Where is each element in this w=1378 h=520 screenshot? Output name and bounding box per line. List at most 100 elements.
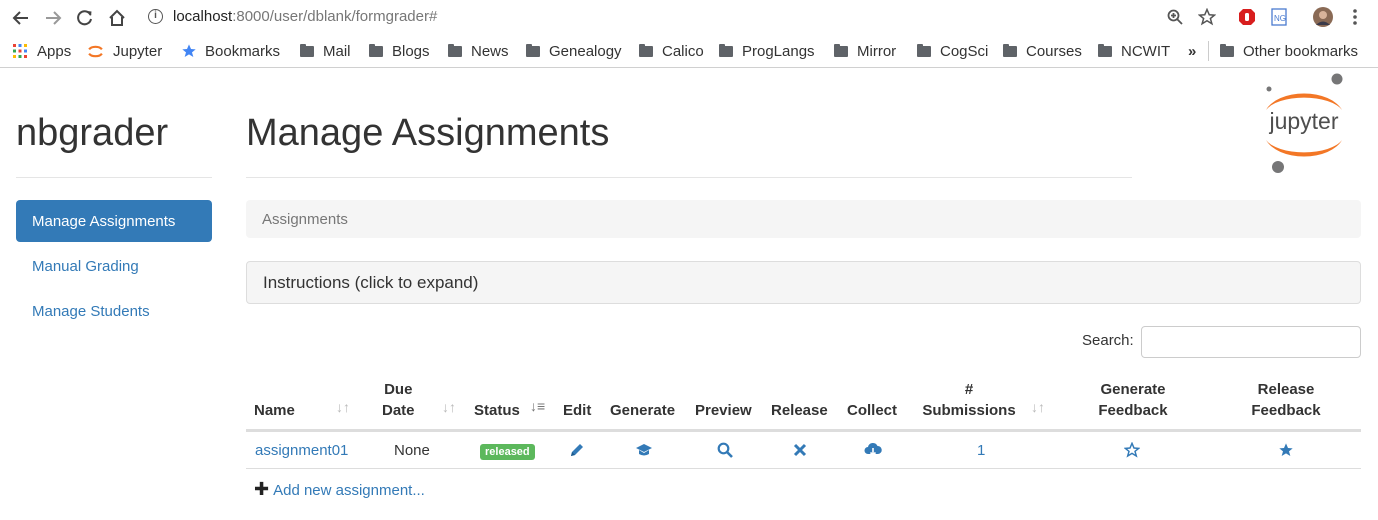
site-info-icon[interactable]: i — [148, 9, 163, 24]
bookmark-bookmarks[interactable]: Bookmarks — [181, 41, 280, 61]
bookmark-blogs[interactable]: Blogs — [369, 41, 430, 61]
status-badge: released — [480, 444, 535, 460]
bookmark-label: Blogs — [392, 42, 430, 60]
folder-icon — [369, 43, 383, 57]
bookmark-label: Calico — [662, 42, 704, 60]
col-header-line: Submissions — [922, 402, 1016, 419]
col-header-submissions[interactable]: # Submissions — [920, 379, 1018, 421]
sort-icon[interactable]: ↓↑ — [1031, 399, 1045, 415]
bookmark-ncwit[interactable]: NCWIT — [1098, 41, 1170, 61]
extension-ng-icon[interactable]: NG — [1268, 6, 1290, 28]
sort-icon[interactable]: ↓↑ — [336, 399, 350, 415]
cloud-download-icon[interactable] — [863, 440, 883, 460]
jupyter-logo-text: jupyter — [1268, 108, 1338, 134]
table-row-border — [246, 468, 1361, 469]
col-header-due-date[interactable]: Due Date — [382, 379, 415, 421]
bookmark-label: Mail — [323, 42, 351, 60]
bookmark-mail[interactable]: Mail — [300, 41, 351, 61]
sidebar-item-manage-assignments[interactable]: Manage Assignments — [16, 200, 212, 242]
apps-grid-icon — [13, 44, 27, 58]
folder-icon — [1220, 43, 1234, 57]
col-header-line: Feedback — [1251, 402, 1321, 419]
bookmark-label: Courses — [1026, 42, 1082, 60]
forward-icon[interactable] — [41, 6, 65, 30]
bookmark-label: ProgLangs — [742, 42, 815, 60]
adblock-icon[interactable] — [1236, 6, 1258, 28]
folder-icon — [448, 43, 462, 57]
col-header-collect: Collect — [847, 402, 898, 419]
bookmark-mirror[interactable]: Mirror — [834, 41, 896, 61]
col-header-edit: Edit — [563, 402, 592, 419]
bookmark-jupyter[interactable]: Jupyter — [87, 41, 162, 61]
col-header-release: Release — [771, 402, 828, 419]
bookmarks-overflow-button[interactable]: » — [1188, 41, 1196, 61]
col-header-preview: Preview — [695, 402, 752, 419]
bookmark-cogsci[interactable]: CogSci — [917, 41, 988, 61]
star-icon — [182, 44, 196, 57]
col-header-line: # — [964, 381, 974, 398]
col-header-line: Generate — [1100, 381, 1166, 398]
bookmark-proglangs[interactable]: ProgLangs — [719, 41, 815, 61]
bookmark-genealogy[interactable]: Genealogy — [526, 41, 622, 61]
bookmark-label: CogSci — [940, 42, 989, 60]
folder-icon — [639, 43, 653, 57]
col-header-release-feedback: Release Feedback — [1245, 379, 1327, 421]
add-new-label: Add new assignment... — [273, 482, 425, 499]
sort-icon[interactable]: ↓↑ — [442, 399, 456, 415]
col-header-line: Due — [384, 381, 413, 398]
reload-icon[interactable] — [73, 6, 97, 30]
search-input[interactable] — [1141, 326, 1361, 358]
folder-icon — [719, 43, 733, 57]
star-filled-icon[interactable] — [1276, 440, 1296, 460]
folder-icon — [834, 43, 848, 57]
assignment-name-link[interactable]: assignment01 — [255, 442, 348, 459]
col-header-line: Feedback — [1098, 402, 1168, 419]
bookmark-courses[interactable]: Courses — [1003, 41, 1082, 61]
folder-icon — [300, 43, 314, 57]
brand-title: nbgrader — [16, 112, 169, 154]
bookmark-label: News — [471, 42, 509, 60]
bookmarks-divider — [1208, 41, 1209, 61]
browser-menu-icon[interactable] — [1344, 6, 1366, 28]
folder-icon — [1098, 43, 1112, 57]
search-icon[interactable] — [715, 440, 735, 460]
add-new-assignment-link[interactable]: ✚ Add new assignment... — [254, 479, 425, 500]
star-outline-icon[interactable] — [1122, 440, 1142, 460]
home-icon[interactable] — [105, 6, 129, 30]
col-header-line: Date — [382, 402, 415, 419]
other-bookmarks[interactable]: Other bookmarks — [1220, 41, 1358, 61]
bookmark-calico[interactable]: Calico — [639, 41, 704, 61]
url-host: localhost — [173, 8, 233, 25]
col-header-status[interactable]: Status — [474, 400, 520, 421]
sidebar-item-manual-grading[interactable]: Manual Grading — [16, 245, 212, 287]
sidebar-item-manage-students[interactable]: Manage Students — [16, 290, 212, 332]
back-icon[interactable] — [9, 6, 33, 30]
jupyter-icon — [88, 45, 103, 57]
bookmarks-bar: Apps Jupyter Bookmarks Mail Blogs News G… — [0, 35, 1378, 68]
profile-avatar-icon[interactable] — [1312, 6, 1334, 28]
url-path: :8000/user/dblank/formgrader# — [232, 8, 438, 25]
bookmark-star-icon[interactable] — [1196, 6, 1218, 28]
bookmark-label: Bookmarks — [205, 42, 281, 60]
submissions-count-link[interactable]: 1 — [977, 442, 985, 459]
pencil-icon[interactable] — [567, 440, 587, 460]
due-date-cell: None — [394, 442, 430, 459]
bookmark-apps[interactable]: Apps — [13, 41, 71, 61]
address-bar[interactable]: localhost:8000/user/dblank/formgrader# — [173, 8, 437, 25]
search-label: Search: — [1082, 332, 1134, 349]
instructions-title: Instructions (click to expand) — [263, 273, 479, 292]
bookmark-news[interactable]: News — [448, 41, 509, 61]
svg-text:NG: NG — [1274, 14, 1286, 23]
bookmark-label: Apps — [37, 42, 72, 60]
col-header-name[interactable]: Name — [254, 400, 295, 421]
sort-desc-icon[interactable]: ↓≡ — [530, 398, 545, 414]
zoom-icon[interactable] — [1164, 6, 1186, 28]
close-icon[interactable] — [790, 440, 810, 460]
graduation-cap-icon[interactable] — [634, 440, 654, 460]
instructions-panel[interactable]: Instructions (click to expand) — [246, 261, 1361, 304]
bookmark-label: Mirror — [857, 42, 897, 60]
breadcrumb-item-assignments[interactable]: Assignments — [262, 211, 348, 228]
title-divider — [246, 177, 1132, 178]
folder-icon — [1003, 43, 1017, 57]
sidebar-divider — [16, 177, 212, 178]
